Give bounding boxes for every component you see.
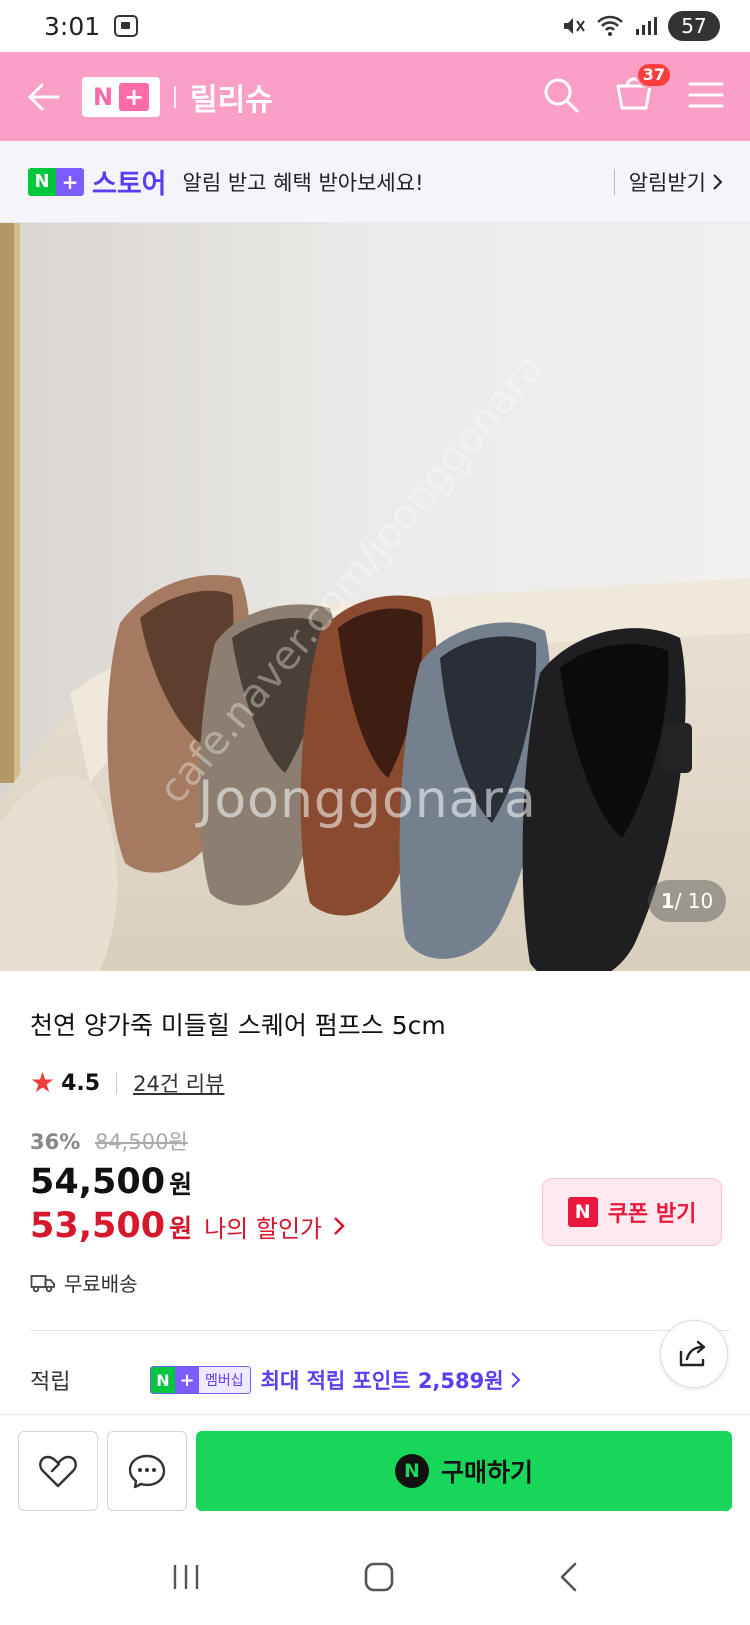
nplus-logo-n: N: [92, 82, 114, 111]
shipping-row: 무료배송: [30, 1268, 138, 1297]
nplus-store-badge: N +: [28, 167, 84, 196]
coupon-n-icon: N: [567, 1197, 598, 1227]
status-bar: 3:01 57: [0, 0, 750, 52]
rating-row: ★ 4.5 24건 리뷰: [30, 1068, 224, 1098]
notify-divider: [613, 168, 615, 195]
my-price-row[interactable]: 53,500 원 나의 할인가: [30, 1206, 346, 1246]
menu-icon[interactable]: [688, 80, 724, 114]
membership-badge-text: 멤버십: [199, 1367, 250, 1393]
my-price-unit: 원: [169, 1214, 193, 1243]
store-name[interactable]: 릴리슈: [190, 75, 273, 119]
wifi-icon: [597, 15, 623, 36]
header-divider: [174, 85, 176, 108]
membership-badge: N + 멤버십: [150, 1366, 251, 1394]
mute-icon: [564, 18, 585, 34]
product-photo: [0, 223, 750, 971]
sale-price-row: 54,500 원: [30, 1162, 192, 1202]
buy-button-label: 구매하기: [440, 1458, 533, 1487]
points-text: 최대 적립 포인트 2,589원: [260, 1369, 504, 1393]
chat-bubble-icon: [128, 1454, 166, 1489]
store-header: N + 릴리슈 37: [0, 52, 750, 141]
nplus-store-label: 스토어: [92, 169, 167, 200]
signal-icon: [636, 17, 657, 35]
store-notify-banner: N + 스토어 알림 받고 혜택 받아보세요! 알림받기: [0, 141, 750, 223]
watermark-text: Joonggonara: [198, 770, 537, 830]
coupon-label: 쿠폰 받기: [607, 1202, 697, 1227]
notify-message: 알림 받고 혜택 받아보세요!: [182, 170, 424, 195]
section-divider: [30, 1330, 730, 1331]
header-actions: 37: [542, 61, 724, 118]
sale-price-unit: 원: [169, 1170, 193, 1199]
points-label: 적립: [30, 1370, 71, 1395]
system-nav-bar: [0, 1532, 750, 1625]
heart-icon: [39, 1455, 77, 1488]
chevron-right-icon: [510, 1372, 520, 1388]
notify-subscribe-link[interactable]: 알림받기: [629, 167, 724, 197]
cart-count-badge: 37: [635, 61, 672, 88]
my-price: 53,500: [30, 1206, 166, 1246]
search-icon[interactable]: [542, 76, 580, 118]
product-image[interactable]: cafe.naver.com/joonggonara: [0, 223, 750, 971]
cart-button[interactable]: 37: [614, 61, 672, 118]
sale-price: 54,500: [30, 1162, 166, 1202]
my-price-label: 나의 할인가: [204, 1215, 323, 1243]
status-time: 3:01: [44, 11, 101, 41]
badge-plus: +: [56, 167, 84, 196]
coupon-button[interactable]: N 쿠폰 받기: [542, 1178, 722, 1246]
nplus-logo[interactable]: N +: [82, 76, 160, 117]
image-counter: 1/ 10: [648, 880, 726, 922]
chevron-right-icon: [713, 173, 723, 190]
chevron-right-icon: [334, 1217, 345, 1235]
recent-apps-icon[interactable]: [171, 1563, 201, 1595]
rating-value: 4.5: [61, 1070, 101, 1096]
back-icon[interactable]: [557, 1561, 579, 1597]
naver-pay-n-icon: N: [394, 1454, 429, 1488]
membership-badge-n: N: [151, 1367, 175, 1393]
star-icon: ★: [30, 1066, 56, 1099]
rating-divider: [116, 1072, 118, 1094]
purchase-action-bar: N 구매하기: [0, 1414, 750, 1532]
buy-button[interactable]: N 구매하기: [196, 1431, 732, 1511]
wishlist-button[interactable]: [18, 1431, 98, 1511]
notify-link-label: 알림받기: [628, 170, 706, 195]
status-icons: 57: [562, 11, 720, 41]
shipping-label: 무료배송: [64, 1272, 138, 1296]
image-counter-total: / 10: [674, 889, 714, 913]
battery-indicator: 57: [668, 11, 720, 41]
discount-row: 36% 84,500원: [30, 1126, 188, 1156]
original-price: 84,500원: [94, 1130, 188, 1154]
nplus-logo-plus: +: [119, 82, 150, 111]
review-link[interactable]: 24건 리뷰: [133, 1068, 224, 1098]
screenshot-icon: [114, 15, 139, 37]
membership-badge-plus: +: [175, 1367, 199, 1393]
product-title: 천연 양가죽 미들힐 스퀘어 펌프스 5cm: [30, 1011, 446, 1040]
truck-icon: [30, 1274, 55, 1292]
home-icon[interactable]: [363, 1561, 395, 1597]
back-arrow-icon[interactable]: [26, 82, 60, 112]
image-counter-current: 1: [660, 889, 675, 913]
chat-button[interactable]: [107, 1431, 187, 1511]
discount-rate: 36%: [30, 1130, 81, 1154]
points-row[interactable]: 적립 N + 멤버십 최대 적립 포인트 2,589원: [30, 1364, 720, 1396]
badge-n: N: [28, 167, 56, 196]
